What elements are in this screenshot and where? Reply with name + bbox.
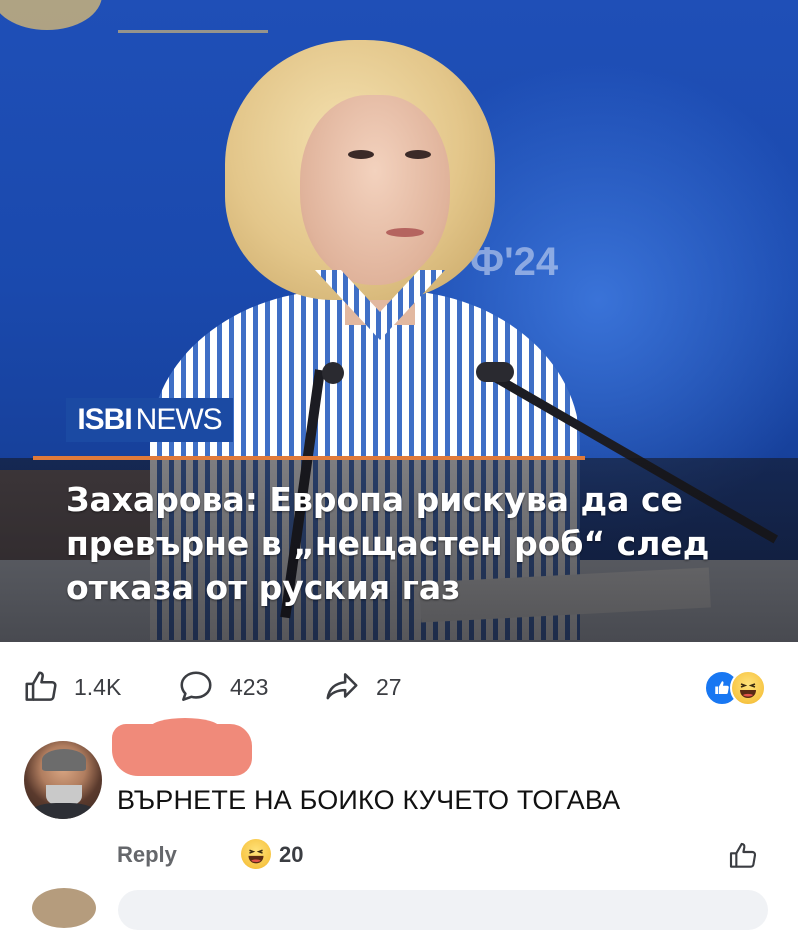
comment-button[interactable]: 423 xyxy=(176,664,268,710)
comment-like-button[interactable] xyxy=(727,840,759,877)
right-eye xyxy=(405,150,431,159)
post-image[interactable]: Ф'24 ISBI NEWS Захарова: Европа рискува … xyxy=(0,0,798,642)
post-headline: Захарова: Европа рискува да се превърне … xyxy=(66,478,776,610)
headline-line: Захарова: Европа рискува да се xyxy=(66,480,683,519)
haha-reaction-icon xyxy=(730,670,766,706)
microphone-right-head xyxy=(476,362,514,382)
thumbs-up-icon xyxy=(25,671,57,701)
next-commenter-avatar[interactable] xyxy=(32,888,96,928)
headline-line: превърне в „нещастен роб“ след xyxy=(66,524,710,563)
redacted-commenter-name[interactable] xyxy=(112,724,252,776)
brand-underline xyxy=(33,456,585,460)
like-button[interactable]: 1.4K xyxy=(22,664,121,710)
brand-light: NEWS xyxy=(135,403,223,436)
comment-reaction-count: 20 xyxy=(279,842,304,867)
thumb-glyph-icon xyxy=(715,681,729,695)
comment-actions: Reply 20 xyxy=(117,838,777,872)
comment-bubble-icon xyxy=(180,671,212,701)
mouth xyxy=(386,228,424,237)
comment-text: ВЪРНЕТЕ НА БОИКО КУЧЕТО ТОГАВА xyxy=(117,785,621,815)
share-button[interactable]: 27 xyxy=(322,664,402,710)
next-comment-bubble[interactable] xyxy=(118,890,768,930)
haha-face-icon xyxy=(248,849,264,864)
share-count: 27 xyxy=(376,673,402,700)
haha-face-icon xyxy=(740,683,756,698)
face xyxy=(300,95,450,285)
left-eye xyxy=(348,150,374,159)
comment-count: 423 xyxy=(230,673,269,700)
reaction-summary[interactable] xyxy=(704,670,774,706)
commenter-avatar[interactable] xyxy=(24,741,102,819)
share-arrow-icon xyxy=(326,673,358,700)
like-count: 1.4K xyxy=(74,673,122,700)
post-stats-row: 1.4K 423 27 xyxy=(0,664,798,710)
news-brand-logo: ISBI NEWS xyxy=(66,398,233,442)
headline-line: отказа от руския газ xyxy=(66,568,461,607)
brand-bold: ISBI xyxy=(77,403,132,436)
microphone-left-head xyxy=(322,362,344,384)
thumbs-up-icon xyxy=(729,842,757,868)
comment-haha-icon[interactable] xyxy=(241,839,271,869)
avatar-shoulders xyxy=(28,803,98,819)
avatar-hat xyxy=(42,749,86,771)
reply-button[interactable]: Reply xyxy=(117,842,177,868)
